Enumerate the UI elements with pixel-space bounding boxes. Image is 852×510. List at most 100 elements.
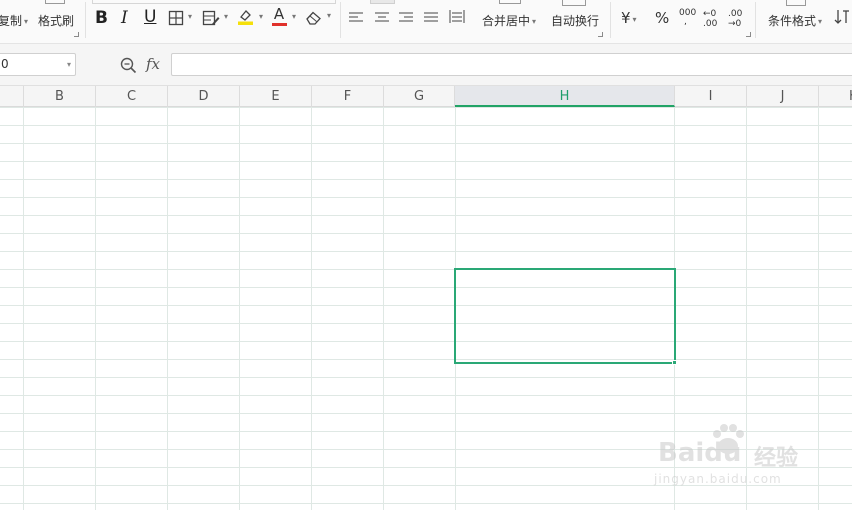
- row-gridline: [0, 161, 852, 162]
- row-gridline: [0, 107, 852, 108]
- merge-icon: [499, 0, 521, 4]
- row-gridline: [0, 251, 852, 252]
- conditional-format-icon: [786, 0, 806, 6]
- align-right-button[interactable]: [399, 12, 413, 27]
- row-gridline: [0, 287, 852, 288]
- column-header-j[interactable]: J: [747, 86, 819, 107]
- font-color-icon: A: [273, 5, 285, 23]
- distribute-icon: [449, 10, 465, 23]
- group-divider: [85, 2, 86, 38]
- highlight-icon: [238, 10, 253, 25]
- conditional-format-button[interactable]: 条件格式 ▾: [768, 12, 822, 29]
- highlight-button[interactable]: ▾: [237, 8, 263, 29]
- decrease-decimal-button[interactable]: .00 →0: [728, 9, 748, 29]
- underline-icon: U: [144, 7, 157, 27]
- bold-icon: B: [95, 8, 108, 28]
- clipboard-dialog-launcher[interactable]: [74, 32, 79, 37]
- percent-button[interactable]: %: [655, 9, 669, 27]
- clear-format-button[interactable]: ▾: [305, 10, 331, 28]
- bold-button[interactable]: B: [95, 8, 108, 28]
- row-gridline: [0, 359, 852, 360]
- chevron-down-icon: ▾: [327, 11, 332, 20]
- chevron-down-icon: ▾: [188, 12, 193, 21]
- row-gridline: [0, 341, 852, 342]
- column-gridline: [383, 107, 384, 510]
- column-header-d[interactable]: D: [168, 86, 240, 107]
- chevron-down-icon: ▾: [259, 12, 264, 21]
- chevron-down-icon: ▾: [532, 17, 537, 26]
- alignment-dialog-launcher[interactable]: [598, 32, 603, 37]
- column-header-e[interactable]: E: [240, 86, 312, 107]
- wrap-text-button[interactable]: 自动换行: [551, 12, 599, 29]
- fill-style-icon: [202, 10, 220, 26]
- chevron-down-icon[interactable]: ▾: [67, 54, 71, 75]
- column-gridline: [95, 107, 96, 510]
- formula-bar: 0 ▾ fx: [0, 44, 852, 86]
- row-gridline: [0, 143, 852, 144]
- underline-button[interactable]: U: [144, 7, 156, 27]
- column-gridline: [167, 107, 168, 510]
- chevron-down-icon: ▾: [224, 12, 229, 21]
- row-gridline: [0, 269, 852, 270]
- align-left-icon: [349, 12, 363, 22]
- copy-label: 复制: [0, 14, 23, 28]
- borders-icon: [168, 10, 184, 26]
- increase-decimal-icon: ←0 .00: [703, 9, 718, 29]
- sort-icon: [834, 10, 849, 24]
- currency-button[interactable]: ¥ ▾: [621, 9, 637, 27]
- column-headers: B C D E F G H I J K: [0, 86, 852, 107]
- formula-input[interactable]: [171, 53, 852, 76]
- column-header-f[interactable]: F: [312, 86, 384, 107]
- chevron-down-icon: ▾: [818, 17, 823, 26]
- column-header-a[interactable]: [0, 86, 24, 107]
- sort-button[interactable]: [834, 9, 852, 28]
- column-header-i[interactable]: I: [675, 86, 747, 107]
- number-dialog-launcher[interactable]: [746, 32, 751, 37]
- copy-button[interactable]: 复制 ▾: [0, 12, 28, 29]
- fill-handle[interactable]: [672, 360, 677, 365]
- distribute-button[interactable]: [449, 10, 465, 27]
- thousands-comma: ,: [684, 17, 687, 27]
- fill-style-button[interactable]: ▾: [202, 10, 228, 29]
- decrease-decimal-icon: .00 →0: [728, 9, 743, 29]
- column-header-g[interactable]: G: [384, 86, 455, 107]
- column-header-b[interactable]: B: [24, 86, 96, 107]
- row-gridline: [0, 125, 852, 126]
- watermark-cn: 经验: [754, 446, 799, 471]
- eraser-icon: [306, 11, 321, 25]
- percent-icon: %: [655, 9, 670, 27]
- borders-button[interactable]: ▾: [168, 10, 192, 29]
- align-center-button[interactable]: [375, 12, 389, 27]
- wrap-icon: [562, 0, 586, 6]
- selected-cell[interactable]: [454, 268, 676, 364]
- align-left-button[interactable]: [349, 12, 363, 27]
- column-header-h[interactable]: H: [455, 86, 675, 107]
- ribbon-toolbar: 复制 ▾ 格式刷 B I U ▾ ▾ ▾ A ▾ ▾ 合并居中 ▾ 自动换行 ¥ ▾ …: [0, 0, 852, 44]
- watermark-brand: Baidu: [658, 438, 742, 468]
- increase-decimal-button[interactable]: ←0 .00: [703, 9, 723, 29]
- conditional-format-label: 条件格式: [768, 14, 817, 28]
- row-gridline: [0, 503, 852, 504]
- group-divider: [755, 2, 756, 38]
- justify-button[interactable]: [424, 12, 438, 27]
- row-gridline: [0, 395, 852, 396]
- thousands-separator-button[interactable]: 000,: [679, 9, 696, 27]
- row-gridline: [0, 215, 852, 216]
- font-name-dropdown[interactable]: [92, 0, 336, 4]
- format-painter-icon: [45, 0, 65, 4]
- name-box[interactable]: 0 ▾: [0, 53, 76, 76]
- column-header-k[interactable]: K: [819, 86, 852, 107]
- column-header-c[interactable]: C: [96, 86, 168, 107]
- italic-button[interactable]: I: [121, 8, 128, 28]
- zoom-icon[interactable]: [120, 57, 137, 74]
- fx-button[interactable]: fx: [146, 55, 160, 73]
- name-box-value: 0: [1, 57, 9, 71]
- merge-center-button[interactable]: 合并居中 ▾: [482, 12, 536, 29]
- align-center-icon: [375, 12, 389, 22]
- chevron-down-icon: ▾: [632, 15, 637, 24]
- italic-icon: I: [121, 8, 128, 28]
- font-color-button[interactable]: A ▾: [272, 5, 296, 26]
- row-gridline: [0, 197, 852, 198]
- row-gridline: [0, 377, 852, 378]
- format-painter-button[interactable]: 格式刷: [38, 12, 74, 29]
